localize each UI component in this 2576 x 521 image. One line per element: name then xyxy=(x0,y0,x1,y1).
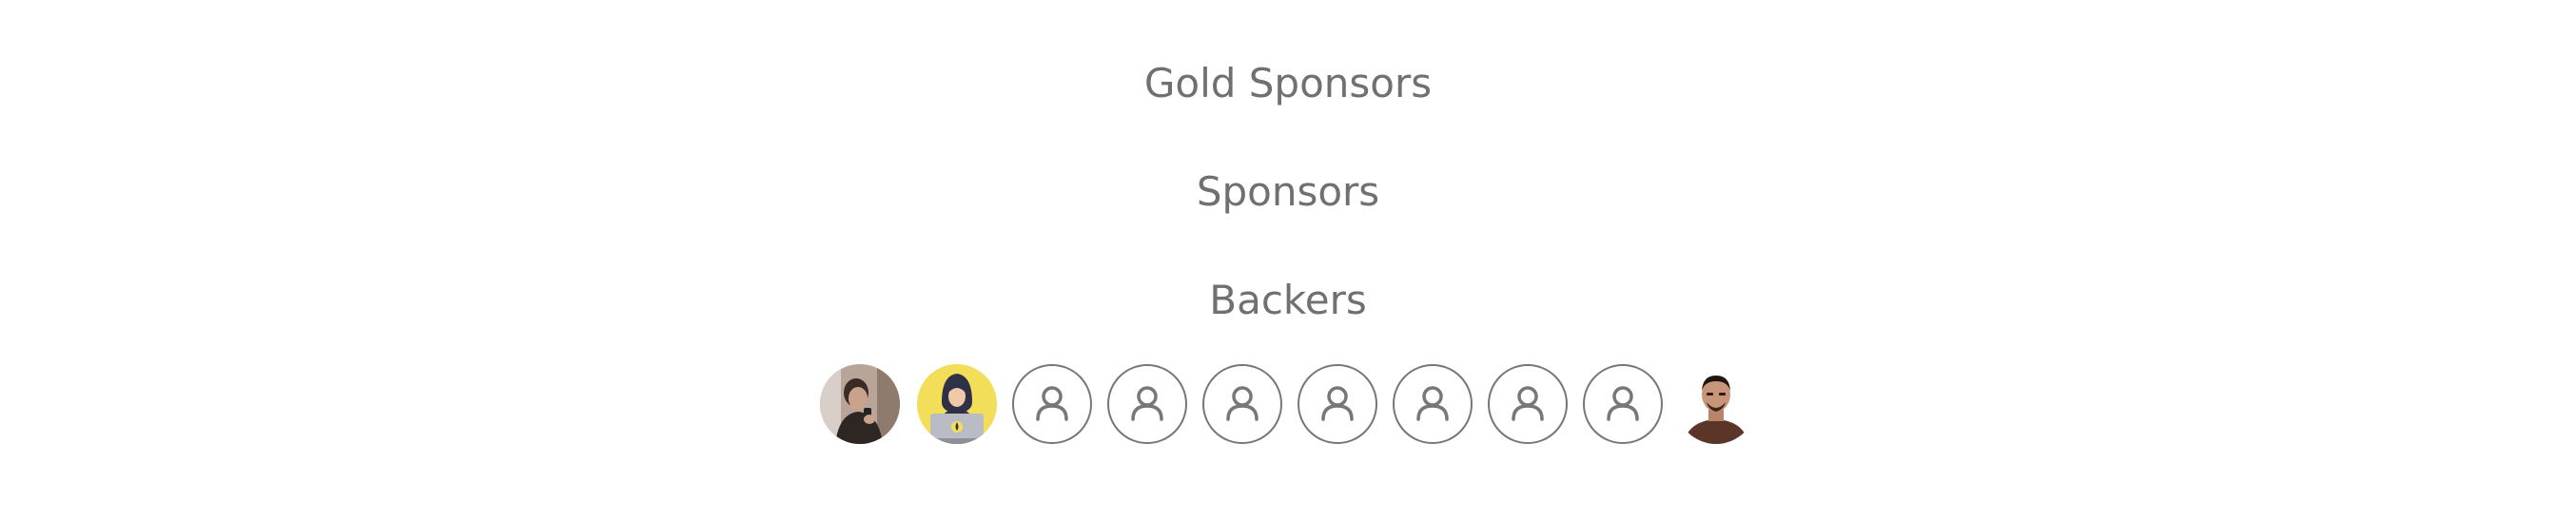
user-icon xyxy=(1512,386,1544,421)
backers-avatar-list xyxy=(0,364,2576,450)
user-icon xyxy=(1416,386,1449,421)
user-icon xyxy=(1226,386,1259,421)
backer-avatar-10[interactable] xyxy=(1676,364,1756,444)
backer-placeholder-7[interactable] xyxy=(1583,364,1663,444)
backer-placeholder-2[interactable] xyxy=(1107,364,1187,444)
backer-placeholder-3[interactable] xyxy=(1202,364,1282,444)
user-icon xyxy=(1036,386,1068,421)
user-icon xyxy=(1131,386,1163,421)
user-icon xyxy=(1607,386,1639,421)
user-icon xyxy=(1321,386,1354,421)
hooded-hacker-laptop-avatar xyxy=(917,364,997,444)
sponsors-heading: Sponsors xyxy=(1196,168,1380,215)
backer-placeholder-4[interactable] xyxy=(1298,364,1377,444)
backer-avatar-1[interactable] xyxy=(820,364,900,444)
backers-heading: Backers xyxy=(1209,277,1367,323)
backer-avatar-2[interactable] xyxy=(917,364,997,444)
backer-placeholder-1[interactable] xyxy=(1012,364,1092,444)
gold-sponsors-heading: Gold Sponsors xyxy=(1143,60,1433,106)
backer-placeholder-5[interactable] xyxy=(1393,364,1473,444)
person-photo-avatar xyxy=(820,364,900,444)
backer-placeholder-6[interactable] xyxy=(1488,364,1568,444)
person-photo-avatar xyxy=(1676,364,1756,444)
